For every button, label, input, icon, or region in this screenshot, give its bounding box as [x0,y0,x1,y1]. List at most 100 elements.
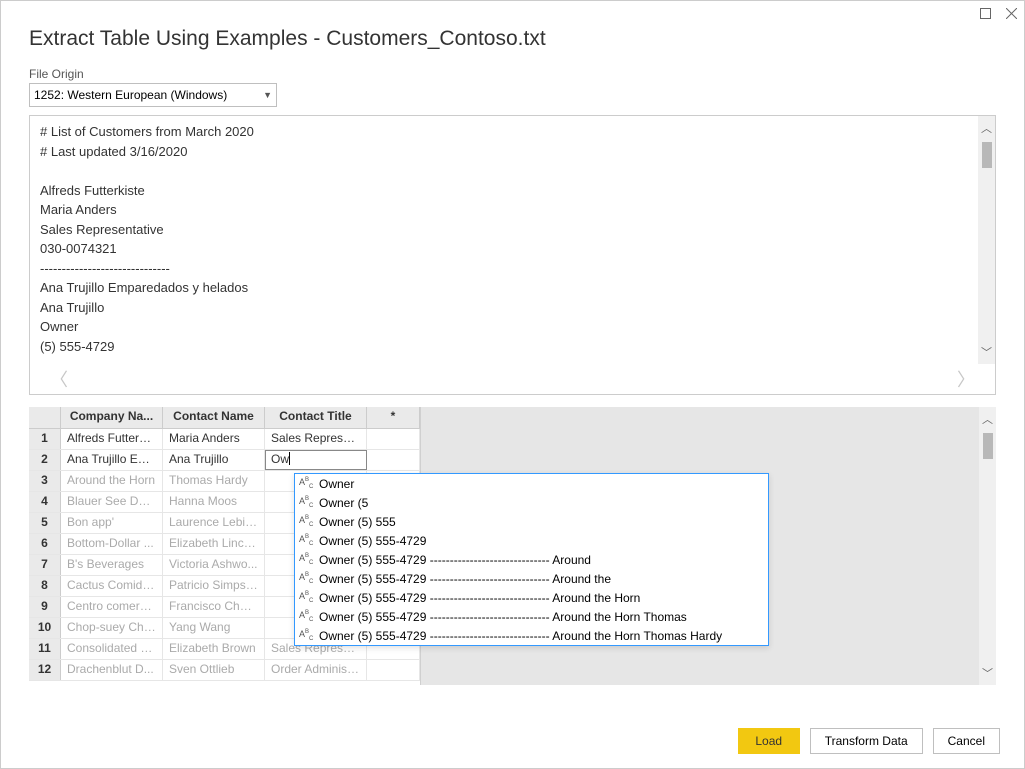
preview-line: # Last updated 3/16/2020 [40,142,985,162]
cell-empty[interactable] [367,660,420,680]
cell-empty[interactable] [367,450,420,470]
preview-text[interactable]: # List of Customers from March 2020# Las… [30,116,995,362]
preview-line: Ana Trujillo Emparedados y helados [40,278,985,298]
cell-contact[interactable]: Hanna Moos [163,492,265,512]
preview-line: 030-0074321 [40,239,985,259]
cell-company[interactable]: Drachenblut D... [61,660,163,680]
scroll-left-icon[interactable]: 〈 [50,366,68,392]
autocomplete-item[interactable]: ABC Owner (5) 555-4729 [295,531,768,550]
preview-horizontal-scrollbar[interactable]: 〈 〉 [30,364,995,394]
scroll-thumb[interactable] [982,142,992,168]
autocomplete-text: Owner (5) 555-4729 ---------------------… [319,629,722,643]
text-type-icon: ABC [299,629,313,642]
load-button[interactable]: Load [738,728,800,754]
grid-header-contact[interactable]: Contact Name [163,407,265,428]
preview-line: Ana Trujillo [40,298,985,318]
cell-contact[interactable]: Victoria Ashwo... [163,555,265,575]
preview-line: Maria Anders [40,200,985,220]
transform-data-button[interactable]: Transform Data [810,728,923,754]
autocomplete-text: Owner (5) 555-4729 ---------------------… [319,610,687,624]
autocomplete-text: Owner (5) 555-4729 [319,534,426,548]
scroll-down-icon[interactable]: ﹀ [981,340,992,364]
row-number: 10 [29,618,61,638]
autocomplete-text: Owner [319,477,354,491]
table-row[interactable]: 2Ana Trujillo Em...Ana TrujilloOw [29,450,420,471]
row-number: 1 [29,429,61,449]
scroll-up-icon[interactable]: ︿ [981,116,992,140]
file-origin-dropdown[interactable]: 1252: Western European (Windows) ▼ [29,83,277,107]
cell-contact[interactable]: Patricio Simpson [163,576,265,596]
row-number: 4 [29,492,61,512]
cell-contact[interactable]: Francisco Chang [163,597,265,617]
grid-header-title[interactable]: Contact Title [265,407,367,428]
grid-header-company[interactable]: Company Na... [61,407,163,428]
autocomplete-text: Owner (5) 555-4729 ---------------------… [319,572,611,586]
autocomplete-item[interactable]: ABC Owner (5 [295,493,768,512]
cell-contact[interactable]: Laurence Lebih... [163,513,265,533]
cell-company[interactable]: Consolidated H... [61,639,163,659]
cancel-button[interactable]: Cancel [933,728,1000,754]
cell-company[interactable]: Ana Trujillo Em... [61,450,163,470]
autocomplete-item[interactable]: ABCOwner (5) 555-4729 ------------------… [295,569,768,588]
cell-contact[interactable]: Sven Ottlieb [163,660,265,680]
autocomplete-item[interactable]: ABC Owner (5) 555-4729 ------------------… [295,607,768,626]
text-type-icon: ABC [299,477,313,490]
dialog-title: Extract Table Using Examples - Customers… [29,27,996,51]
autocomplete-text: Owner (5 [319,496,368,510]
preview-pane: # List of Customers from March 2020# Las… [29,115,996,395]
scroll-up-icon[interactable]: ︿ [982,407,993,431]
scroll-right-icon[interactable]: 〉 [957,366,975,392]
autocomplete-item[interactable]: ABC Owner (5) 555-4729 ------------------… [295,626,768,645]
autocomplete-item[interactable]: ABCOwner (5) 555 [295,512,768,531]
scroll-thumb[interactable] [983,433,993,459]
row-number: 2 [29,450,61,470]
cell-contact[interactable]: Yang Wang [163,618,265,638]
grid-header-add[interactable]: * [367,407,420,428]
cell-title[interactable]: Ow [265,450,367,470]
cell-company[interactable]: Centro comerci... [61,597,163,617]
maximize-icon[interactable] [980,6,992,18]
cell-contact[interactable]: Maria Anders [163,429,265,449]
table-row[interactable]: 1Alfreds Futterki...Maria AndersSales Re… [29,429,420,450]
text-type-icon: ABC [299,553,313,566]
file-origin-value: 1252: Western European (Windows) [34,88,227,102]
scroll-down-icon[interactable]: ﹀ [982,661,993,685]
text-type-icon: ABC [299,610,313,623]
table-row[interactable]: 12Drachenblut D...Sven OttliebOrder Admi… [29,660,420,681]
row-number: 6 [29,534,61,554]
autocomplete-item[interactable]: ABC Owner [295,474,768,493]
row-number: 12 [29,660,61,680]
preview-vertical-scrollbar[interactable]: ︿ ﹀ [978,116,995,364]
cell-company[interactable]: Cactus Comida... [61,576,163,596]
preview-line [40,161,985,181]
autocomplete-item[interactable]: ABCOwner (5) 555-4729 ------------------… [295,588,768,607]
text-type-icon: ABC [299,496,313,509]
cell-company[interactable]: Chop-suey Chi... [61,618,163,638]
row-number: 11 [29,639,61,659]
preview-line: ------------------------------ [40,356,985,362]
cell-empty[interactable] [367,429,420,449]
cell-contact[interactable]: Ana Trujillo [163,450,265,470]
cell-company[interactable]: Bon app' [61,513,163,533]
cell-company[interactable]: Alfreds Futterki... [61,429,163,449]
autocomplete-text: Owner (5) 555-4729 ---------------------… [319,553,591,567]
preview-line: Alfreds Futterkiste [40,181,985,201]
cell-company[interactable]: Bottom-Dollar ... [61,534,163,554]
grid-vertical-scrollbar[interactable]: ︿ ﹀ [979,407,996,685]
text-type-icon: ABC [299,534,313,547]
grid-header-row: Company Na... Contact Name Contact Title… [29,407,420,429]
grid-header-rownum[interactable] [29,407,61,428]
cell-company[interactable]: B's Beverages [61,555,163,575]
autocomplete-item[interactable]: ABC Owner (5) 555-4729 ------------------… [295,550,768,569]
cell-contact[interactable]: Elizabeth Lincoln [163,534,265,554]
cell-contact[interactable]: Thomas Hardy [163,471,265,491]
cell-company[interactable]: Blauer See Deli... [61,492,163,512]
cell-contact[interactable]: Elizabeth Brown [163,639,265,659]
cell-company[interactable]: Around the Horn [61,471,163,491]
close-icon[interactable] [1006,6,1018,18]
text-type-icon: ABC [299,591,313,604]
autocomplete-popup: ABCOwnerABCOwner (5ABCOwner (5) 555ABCOw… [294,473,769,646]
chevron-down-icon: ▼ [263,90,272,100]
cell-title[interactable]: Sales Represen... [265,429,367,449]
cell-title[interactable]: Order Administ... [265,660,367,680]
